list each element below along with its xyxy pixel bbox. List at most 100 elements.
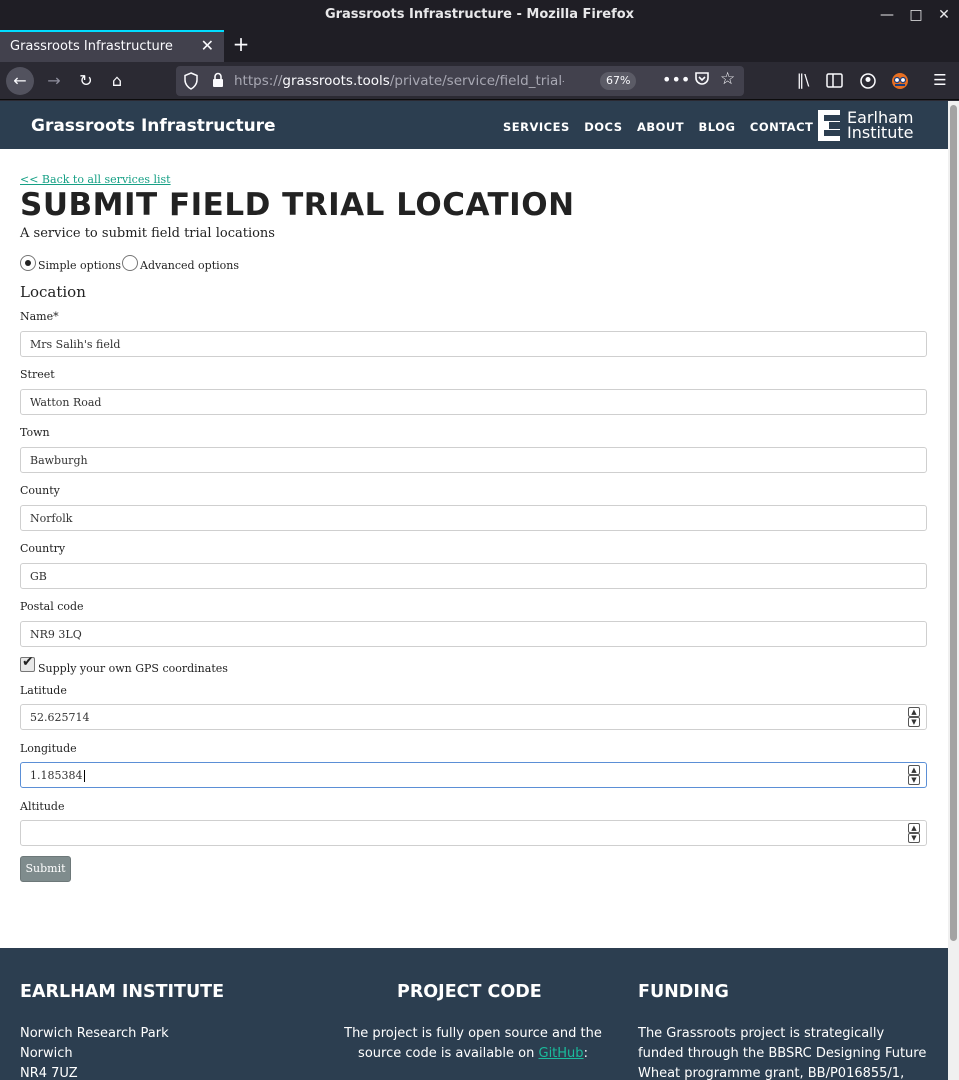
zoom-badge[interactable]: 67% <box>600 72 637 90</box>
maximize-icon[interactable]: □ <box>906 5 926 25</box>
forward-arrow-icon[interactable]: → <box>40 67 68 95</box>
tab-grassroots[interactable]: Grassroots Infrastructure ✕ <box>0 30 224 62</box>
bookmark-star-icon[interactable]: ☆ <box>720 69 735 89</box>
gps-checkbox-label[interactable]: Supply your own GPS coordinates <box>38 662 228 675</box>
simple-options-label[interactable]: Simple options <box>38 259 121 272</box>
logo-line2: Institute <box>847 123 914 142</box>
footer-project-text-after: : <box>583 1046 588 1061</box>
county-field[interactable]: Norfolk <box>20 505 927 531</box>
name-label: Name* <box>20 310 59 323</box>
checkmark-icon: ✔ <box>22 654 34 670</box>
scrollbar-thumb[interactable] <box>950 105 957 941</box>
url-bar[interactable]: https://grassroots.tools/private/service… <box>176 66 744 96</box>
page-actions-icon[interactable]: ••• <box>662 70 690 89</box>
spinner-down-icon[interactable]: ▼ <box>908 775 920 785</box>
site-nav: SERVICES DOCS ABOUT BLOG CONTACT <box>503 118 823 136</box>
url-host: grassroots.tools <box>282 73 390 89</box>
site-header: Grassroots Infrastructure SERVICES DOCS … <box>0 101 948 149</box>
town-label: Town <box>20 426 50 439</box>
country-field[interactable]: GB <box>20 563 927 589</box>
back-link[interactable]: << Back to all services list <box>20 173 171 186</box>
nav-toolbar: ← → ↻ ⌂ https://grassroots.tools/private… <box>0 62 959 100</box>
reload-icon[interactable]: ↻ <box>72 67 100 95</box>
spinner-up-icon[interactable]: ▲ <box>908 707 920 717</box>
extension-icon[interactable] <box>889 72 911 90</box>
altitude-field[interactable]: ▲ ▼ <box>20 820 927 846</box>
spinner-up-icon[interactable]: ▲ <box>908 823 920 833</box>
country-value: GB <box>30 570 47 583</box>
altitude-label: Altitude <box>20 800 65 813</box>
logo-wordmark: Earlham Institute <box>847 110 914 142</box>
submit-button[interactable]: Submit <box>20 856 71 882</box>
postal-code-value: NR9 3LQ <box>30 628 82 641</box>
longitude-value-wrap: 1.185384 <box>30 769 85 782</box>
nav-blog[interactable]: BLOG <box>699 120 736 134</box>
county-label: County <box>20 484 60 497</box>
footer-address-line: Norwich Research Park <box>20 1026 169 1041</box>
nav-docs[interactable]: DOCS <box>584 120 622 134</box>
tab-close-icon[interactable]: ✕ <box>201 36 214 55</box>
nav-about[interactable]: ABOUT <box>637 120 684 134</box>
url-prefix: https:// <box>234 73 283 89</box>
footer-project-text: The project is fully open source and the… <box>335 1024 611 1064</box>
pocket-icon[interactable] <box>694 71 710 87</box>
altitude-spinner[interactable]: ▲ ▼ <box>908 823 922 843</box>
menu-icon[interactable]: ☰ <box>929 71 951 89</box>
library-icon[interactable]: ‖\ <box>792 71 814 89</box>
footer-address-line: NR4 7UZ <box>20 1066 78 1080</box>
home-icon[interactable]: ⌂ <box>103 67 131 95</box>
tracking-shield-icon[interactable] <box>184 72 198 90</box>
postal-code-field[interactable]: NR9 3LQ <box>20 621 927 647</box>
section-title-location: Location <box>20 283 86 301</box>
county-value: Norfolk <box>30 512 73 525</box>
longitude-field[interactable]: 1.185384 ▲ ▼ <box>20 762 927 788</box>
account-icon[interactable] <box>857 73 879 89</box>
footer-heading-project-code: PROJECT CODE <box>397 982 542 1002</box>
spinner-down-icon[interactable]: ▼ <box>908 717 920 727</box>
street-field[interactable]: Watton Road <box>20 389 927 415</box>
page-viewport: Grassroots Infrastructure SERVICES DOCS … <box>0 101 948 1080</box>
page-title: SUBMIT FIELD TRIAL LOCATION <box>20 187 575 223</box>
close-icon[interactable]: ✕ <box>934 5 954 25</box>
latitude-value: 52.625714 <box>30 711 90 724</box>
minimize-icon[interactable]: — <box>877 5 897 25</box>
simple-options-radio[interactable] <box>20 255 36 271</box>
spinner-up-icon[interactable]: ▲ <box>908 765 920 775</box>
nav-contact[interactable]: CONTACT <box>750 120 813 134</box>
footer-address: Norwich Research Park Norwich NR4 7UZ <box>20 1024 280 1080</box>
nav-services[interactable]: SERVICES <box>503 120 570 134</box>
advanced-options-label[interactable]: Advanced options <box>140 259 239 272</box>
github-link[interactable]: GitHub <box>539 1046 584 1061</box>
site-title[interactable]: Grassroots Infrastructure <box>31 116 276 136</box>
name-value: Mrs Salih's field <box>30 338 121 351</box>
latitude-field[interactable]: 52.625714 ▲ ▼ <box>20 704 927 730</box>
site-footer: EARLHAM INSTITUTE Norwich Research Park … <box>0 948 948 1080</box>
lock-icon[interactable] <box>212 72 224 88</box>
url-text[interactable]: https://grassroots.tools/private/service… <box>234 73 564 89</box>
back-arrow-icon[interactable]: ← <box>6 67 34 95</box>
new-tab-icon[interactable]: + <box>231 32 251 56</box>
longitude-label: Longitude <box>20 742 77 755</box>
footer-heading-funding: FUNDING <box>638 982 729 1002</box>
window-titlebar: Grassroots Infrastructure - Mozilla Fire… <box>0 0 959 30</box>
street-label: Street <box>20 368 55 381</box>
longitude-value: 1.185384 <box>30 769 83 782</box>
postal-code-label: Postal code <box>20 600 84 613</box>
town-field[interactable]: Bawburgh <box>20 447 927 473</box>
sidebar-icon[interactable] <box>824 73 846 89</box>
gps-checkbox[interactable]: ✔ <box>20 654 35 672</box>
longitude-spinner[interactable]: ▲ ▼ <box>908 765 922 785</box>
tab-label: Grassroots Infrastructure <box>10 39 173 54</box>
name-field[interactable]: Mrs Salih's field <box>20 331 927 357</box>
spinner-down-icon[interactable]: ▼ <box>908 833 920 843</box>
page-scrollbar[interactable] <box>948 101 959 1080</box>
town-value: Bawburgh <box>30 454 88 467</box>
url-path: /private/service/field_trial-sub <box>389 73 564 89</box>
footer-funding-text: The Grassroots project is strategically … <box>638 1026 927 1080</box>
advanced-options-radio[interactable] <box>122 255 138 271</box>
latitude-spinner[interactable]: ▲ ▼ <box>908 707 922 727</box>
page-subtitle: A service to submit field trial location… <box>20 226 275 241</box>
window-title: Grassroots Infrastructure - Mozilla Fire… <box>324 7 635 22</box>
earlham-institute-logo[interactable]: Earlham Institute <box>818 110 918 142</box>
tab-strip: Grassroots Infrastructure ✕ + <box>0 30 959 62</box>
